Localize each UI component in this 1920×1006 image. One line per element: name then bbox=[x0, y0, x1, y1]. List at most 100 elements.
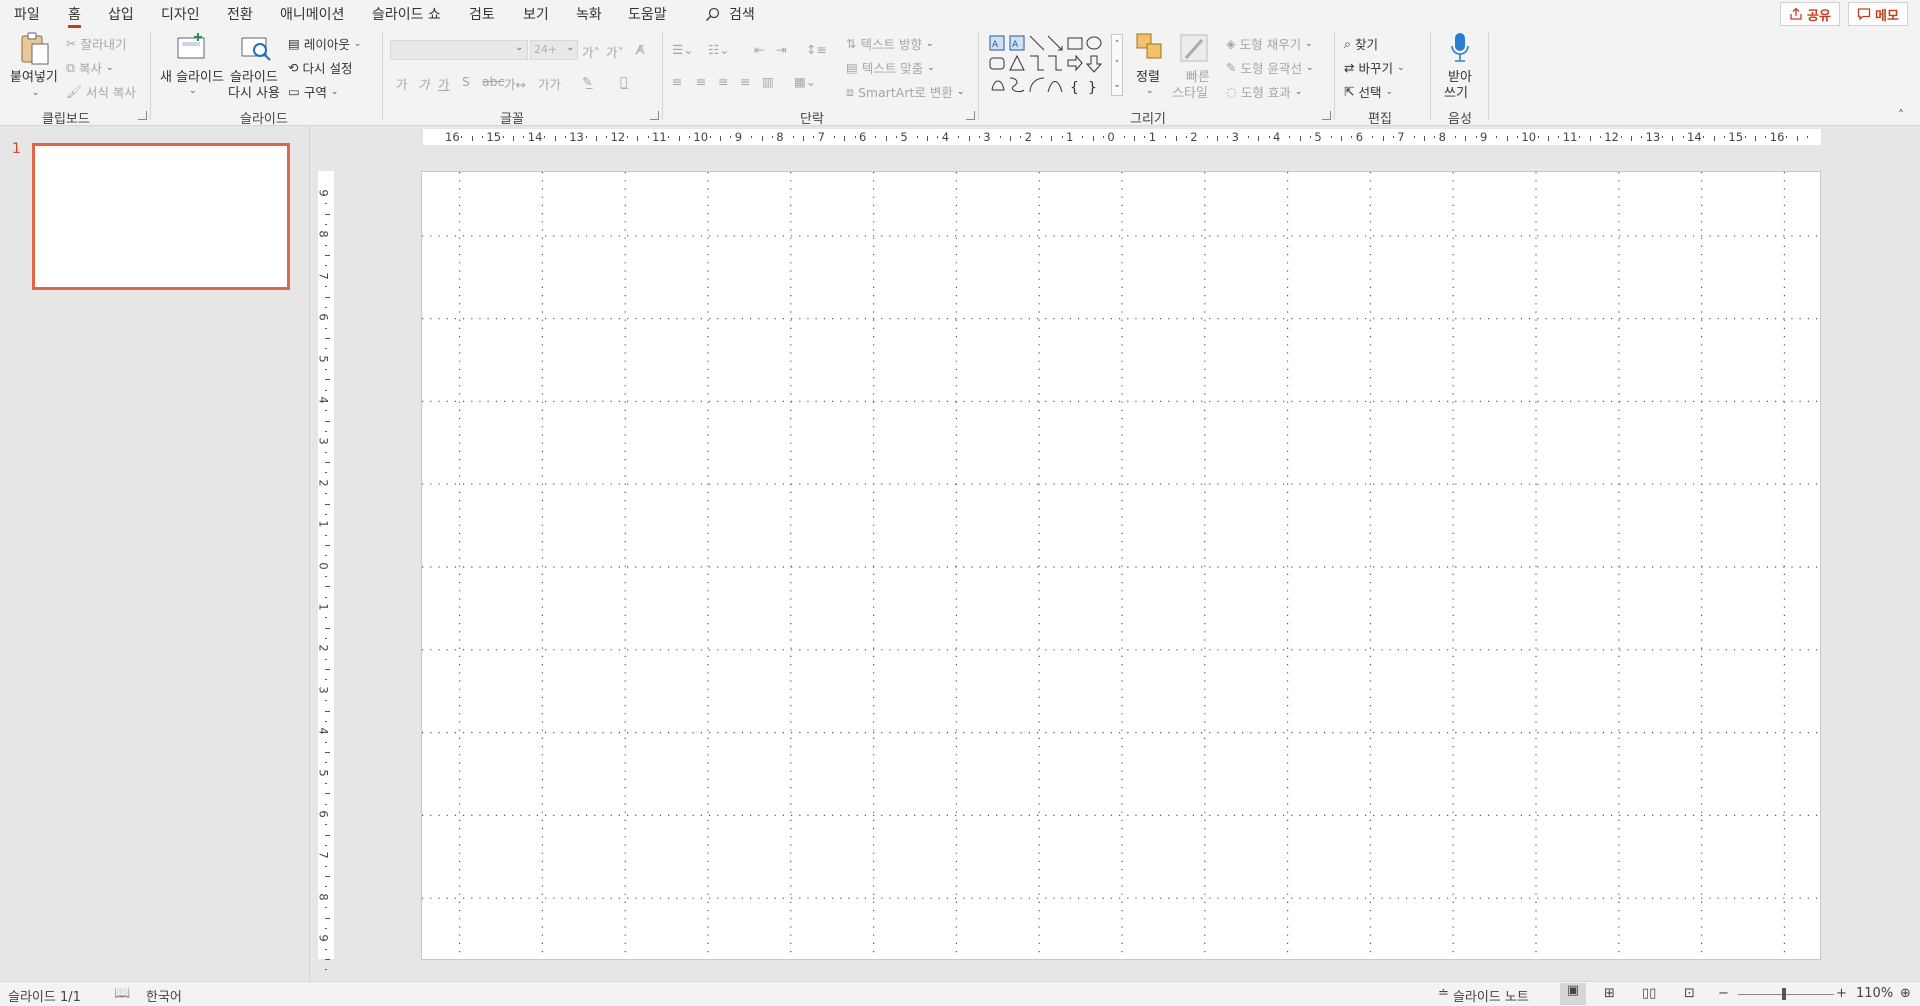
tab-5[interactable]: 애니메이션 bbox=[280, 4, 344, 24]
align-left-icon[interactable]: ≡ bbox=[672, 74, 682, 89]
decrease-indent-icon[interactable]: ⇤ bbox=[754, 42, 764, 57]
ruler-number: 3 bbox=[1231, 130, 1239, 144]
ruler-tick bbox=[325, 927, 327, 929]
align-right-icon[interactable]: ≡ bbox=[718, 74, 728, 89]
zoom-out-icon[interactable]: − bbox=[1718, 986, 1729, 1001]
tab-4[interactable]: 전환 bbox=[227, 4, 253, 24]
ruler-number: 3 bbox=[316, 686, 331, 694]
comments-button[interactable]: 메모 bbox=[1848, 2, 1908, 26]
share-icon bbox=[1790, 7, 1802, 20]
tab-3[interactable]: 디자인 bbox=[161, 4, 200, 24]
horizontal-ruler: 16 15 14 13 12 11 10 9 8 7 6 5 4 3 2 1 0 1 2 3 4 5 6 7 8 9 10 11 12 1… bbox=[423, 129, 1821, 145]
shape-fill-button[interactable]: ◈ 도형 채우기 ⌄ bbox=[1226, 34, 1313, 53]
normal-view-icon[interactable]: ▣ bbox=[1560, 983, 1586, 1005]
ruler-tick bbox=[689, 136, 691, 138]
line-spacing-icon[interactable]: ↕≡ bbox=[806, 42, 827, 57]
cut-button[interactable]: ✂ 잘라내기 bbox=[66, 34, 127, 53]
underline-icon[interactable]: 가 bbox=[438, 74, 450, 93]
format-painter-button[interactable]: 🖌 서식 복사 bbox=[66, 82, 136, 101]
search-box[interactable]: 검색 bbox=[705, 4, 755, 24]
copy-button[interactable]: ⧉ 복사 ⌄ bbox=[66, 58, 114, 77]
distributed-icon[interactable]: ▥ bbox=[762, 74, 774, 89]
slide-sorter-icon[interactable]: ⊞ bbox=[1604, 986, 1615, 1001]
shadow-icon[interactable]: S bbox=[462, 74, 470, 89]
arrange-button[interactable]: 정렬 ⌄ bbox=[1132, 32, 1168, 104]
slide-thumbnail[interactable] bbox=[32, 143, 290, 290]
ruler-tick bbox=[325, 472, 327, 474]
quick-styles-button[interactable]: 빠른 스타일 bbox=[1170, 32, 1220, 106]
dictate-button[interactable]: 받아 쓰기 bbox=[1436, 32, 1484, 106]
layout-button[interactable]: ▤ 레이아웃 ⌄ bbox=[288, 34, 361, 53]
font-color-icon[interactable]: 가̲ bbox=[620, 74, 628, 89]
tab-10[interactable]: 도움말 bbox=[628, 4, 667, 24]
new-slide-caret-icon: ⌄ bbox=[189, 86, 197, 96]
shapes-gallery-scroll[interactable]: ˄ ˅ ⌄ bbox=[1111, 34, 1123, 96]
shapes-gallery[interactable]: A A { } bbox=[988, 34, 1116, 98]
tab-2[interactable]: 삽입 bbox=[108, 4, 134, 24]
quick-styles-icon bbox=[1180, 34, 1208, 62]
section-button[interactable]: ▭ 구역 ⌄ bbox=[288, 82, 338, 101]
font-launcher-icon[interactable] bbox=[650, 111, 659, 120]
highlight-icon[interactable]: ✎̲ bbox=[582, 74, 592, 89]
columns-icon[interactable]: ▦⌄ bbox=[794, 74, 816, 89]
increase-indent-icon[interactable]: ⇥ bbox=[776, 42, 786, 57]
smartart-button[interactable]: ⧈ SmartArt로 변환 ⌄ bbox=[846, 82, 964, 101]
align-text-button[interactable]: ▤ 텍스트 맞춤 ⌄ bbox=[846, 58, 935, 77]
fit-to-window-icon[interactable]: ⊕ bbox=[1900, 986, 1911, 1001]
zoom-level[interactable]: 110% bbox=[1856, 986, 1893, 1001]
clipboard-launcher-icon[interactable] bbox=[138, 111, 147, 120]
new-slide-button[interactable]: 새 슬라이드 ⌄ bbox=[158, 32, 226, 102]
ruler-tick bbox=[1144, 136, 1146, 138]
grow-font-icon[interactable]: 가˄ bbox=[582, 42, 600, 61]
tab-8[interactable]: 보기 bbox=[523, 4, 549, 24]
ruler-number: 11 bbox=[652, 130, 667, 144]
ruler-tick bbox=[1796, 136, 1798, 141]
paste-button[interactable]: 붙여넣기 ⌄ bbox=[8, 32, 58, 102]
change-case-icon[interactable]: 가가 bbox=[538, 74, 561, 93]
reset-button[interactable]: ⟲ 다시 설정 bbox=[288, 58, 352, 77]
font-size-box[interactable]: 24+ ⌄ bbox=[530, 40, 578, 60]
format-painter-label: 서식 복사 bbox=[85, 85, 136, 100]
reading-view-icon[interactable]: ▯▯ bbox=[1642, 986, 1656, 1001]
language-indicator[interactable]: 한국어 bbox=[146, 986, 182, 1005]
slideshow-icon[interactable]: ⊡ bbox=[1684, 986, 1695, 1001]
justify-icon[interactable]: ≡ bbox=[740, 74, 750, 89]
char-spacing-icon[interactable]: 가↔ bbox=[504, 74, 526, 93]
zoom-in-icon[interactable]: + bbox=[1836, 986, 1847, 1001]
slide-canvas[interactable] bbox=[421, 171, 1821, 960]
numbering-icon[interactable]: ☷⌄ bbox=[708, 42, 730, 57]
tab-0[interactable]: 파일 bbox=[14, 4, 40, 24]
reuse-slides-button[interactable]: 슬라이드 다시 사용 bbox=[228, 32, 284, 106]
drawing-launcher-icon[interactable] bbox=[1322, 111, 1331, 120]
find-button[interactable]: ⌕ 찾기 bbox=[1344, 34, 1378, 53]
shape-effects-button[interactable]: ◌ 도형 효과 ⌄ bbox=[1226, 82, 1302, 101]
ruler-tick bbox=[325, 368, 327, 370]
clear-format-icon[interactable]: A̸ bbox=[636, 42, 645, 57]
text-direction-button[interactable]: ⇅ 텍스트 방향 ⌄ bbox=[846, 34, 934, 53]
collapse-ribbon-icon[interactable]: ˄ bbox=[1898, 108, 1904, 122]
ruler-tick bbox=[1537, 136, 1539, 138]
ruler-tick bbox=[471, 136, 473, 141]
accessibility-icon[interactable]: 📖 bbox=[114, 986, 130, 1001]
tab-6[interactable]: 슬라이드 쇼 bbox=[372, 4, 441, 24]
notes-button[interactable]: ≐ 슬라이드 노트 bbox=[1438, 986, 1529, 1005]
bold-icon[interactable]: 가 bbox=[396, 74, 408, 93]
bullets-icon[interactable]: ☰⌄ bbox=[672, 42, 694, 57]
paragraph-launcher-icon[interactable] bbox=[966, 111, 975, 120]
tab-1[interactable]: 홈 bbox=[68, 4, 81, 28]
italic-icon[interactable]: 가 bbox=[418, 74, 430, 93]
zoom-slider-thumb[interactable] bbox=[1782, 988, 1786, 1000]
zoom-slider[interactable] bbox=[1738, 988, 1834, 1000]
replace-button[interactable]: ⇄ 바꾸기 ⌄ bbox=[1344, 58, 1405, 77]
font-name-box[interactable]: ⌄ bbox=[390, 40, 528, 60]
select-button[interactable]: ⇱ 선택 ⌄ bbox=[1344, 82, 1393, 101]
shrink-font-icon[interactable]: 가˅ bbox=[606, 42, 624, 61]
ruler-tick bbox=[1661, 136, 1663, 138]
share-button[interactable]: 공유 bbox=[1780, 2, 1840, 26]
strikethrough-icon[interactable]: abc bbox=[482, 74, 504, 89]
paint-bucket-icon: ◈ bbox=[1226, 36, 1236, 51]
align-center-icon[interactable]: ≡ bbox=[696, 74, 706, 89]
shape-outline-button[interactable]: ✎ 도형 윤곽선 ⌄ bbox=[1226, 58, 1314, 77]
tab-7[interactable]: 검토 bbox=[469, 4, 495, 24]
tab-9[interactable]: 녹화 bbox=[576, 4, 602, 24]
